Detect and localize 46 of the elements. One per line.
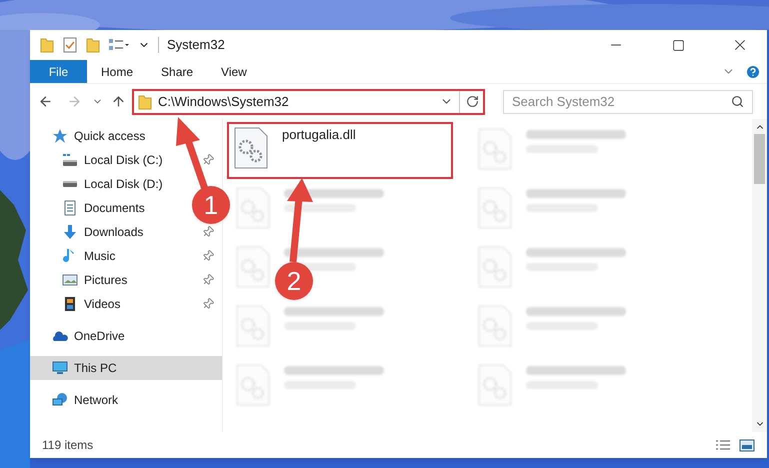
folder-icon <box>40 37 54 53</box>
pictures-icon <box>62 272 78 288</box>
nav-item[interactable]: Pictures <box>30 268 222 292</box>
back-icon[interactable] <box>38 94 53 109</box>
nav-item[interactable]: Local Disk (D:) <box>30 172 171 196</box>
item-count: 119 items <box>42 437 94 454</box>
folder-icon <box>138 94 152 110</box>
dll-file-icon <box>234 127 268 169</box>
nav-item[interactable]: Quick access <box>30 124 154 148</box>
window-title: System32 <box>167 36 225 54</box>
refresh-icon[interactable] <box>466 95 479 108</box>
ribbon-tab[interactable]: Share <box>147 60 208 83</box>
film-icon <box>62 296 78 312</box>
nav-item[interactable]: Local Disk (C:) <box>30 148 222 172</box>
details-view-icon[interactable] <box>715 439 731 451</box>
maximize-icon[interactable] <box>672 38 685 52</box>
ribbon-tab[interactable]: File <box>30 60 87 83</box>
list-view-icon[interactable] <box>108 38 130 52</box>
search-field[interactable]: Search System32 <box>503 90 753 114</box>
nav-item[interactable]: OneDrive <box>30 324 133 348</box>
nav-item[interactable]: This PC <box>30 356 222 380</box>
up-icon[interactable] <box>111 94 126 109</box>
nav-item[interactable]: Music <box>30 244 222 268</box>
address-bar[interactable]: C:\Windows\System32 <box>132 88 485 114</box>
nav-item[interactable]: Network <box>30 388 126 412</box>
properties-icon[interactable] <box>62 37 78 53</box>
drive-icon <box>62 180 78 188</box>
document-icon <box>62 200 78 216</box>
scrollbar-thumb[interactable] <box>754 134 765 184</box>
ribbon-tab[interactable]: View <box>207 60 261 83</box>
help-icon[interactable] <box>745 64 761 80</box>
search-input[interactable]: Search System32 <box>512 92 731 112</box>
new-folder-icon <box>86 37 100 53</box>
scrollbar[interactable] <box>752 119 767 432</box>
tiles-view-icon[interactable] <box>739 438 755 452</box>
monitor-icon <box>52 360 68 376</box>
download-icon <box>62 224 78 240</box>
ribbon-tab[interactable]: Home <box>87 60 148 83</box>
nav-item[interactable]: Documents <box>30 196 153 220</box>
file-item[interactable]: portugalia.dll <box>227 122 453 179</box>
nav-item[interactable]: Videos <box>30 292 222 316</box>
file-name: portugalia.dll <box>282 127 356 143</box>
star-icon <box>52 128 68 144</box>
network-icon <box>52 392 68 408</box>
drive-icon <box>62 152 78 168</box>
search-icon[interactable] <box>731 95 744 108</box>
